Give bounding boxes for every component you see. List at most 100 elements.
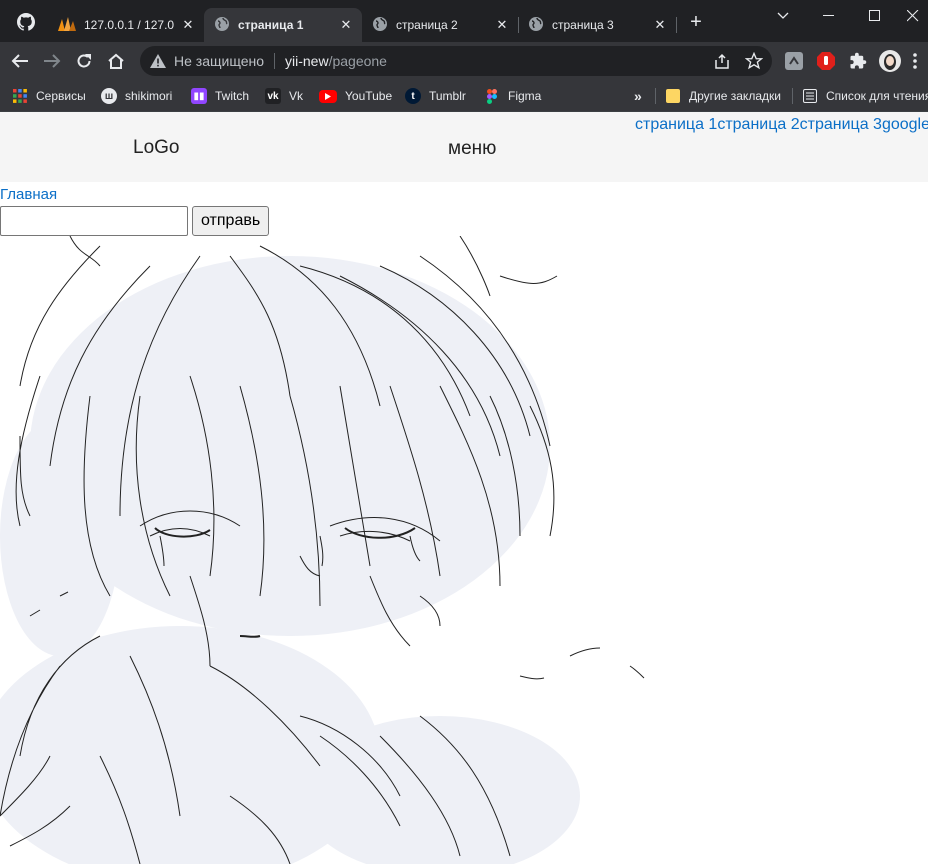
text-input[interactable] (0, 206, 188, 236)
tab-title: страница 3 (552, 18, 614, 32)
vk-icon: vk (265, 88, 281, 104)
arrow-right-icon (44, 54, 61, 68)
address-bar[interactable]: Не защищено yii-new/pageone (140, 46, 772, 76)
folder-icon (665, 88, 681, 104)
home-button[interactable] (102, 47, 130, 75)
breadcrumb-home[interactable]: Главная (0, 186, 57, 203)
bookmark-label: Tumblr (429, 89, 466, 103)
globe-icon (214, 16, 230, 35)
tab-page-2[interactable]: страница 2 ✕ (362, 8, 519, 42)
chevron-down-icon (777, 12, 789, 19)
puzzle-icon (850, 52, 867, 69)
bookmark-other-folder[interactable]: Другие закладки (665, 84, 781, 108)
back-button[interactable] (6, 47, 34, 75)
tab-title: 127.0.0.1 / 127.0.0 (84, 18, 174, 32)
bookmark-vk[interactable]: vk Vk (265, 84, 303, 108)
tab-title: страница 2 (396, 18, 458, 32)
bookmarks-divider (655, 88, 656, 104)
star-icon (745, 52, 763, 70)
bookmark-label: Figma (508, 89, 542, 103)
browser-toolbar: Не защищено yii-new/pageone (0, 42, 928, 80)
apps-grid-icon (12, 88, 28, 104)
site-logo[interactable]: LoGo (133, 137, 179, 159)
page-viewport: LoGo меню страница 1страница 2страница 3… (0, 112, 928, 864)
bookmark-label: shikimori (125, 89, 173, 103)
nav-link-google[interactable]: google (882, 116, 928, 133)
profile-avatar[interactable] (878, 49, 902, 73)
url-host: yii-new (285, 53, 329, 69)
reading-list-icon (802, 88, 818, 104)
bookmarks-bar: Сервисы ш shikimori ▮▮ Twitch vk Vk YouT… (0, 80, 928, 112)
youtube-icon (319, 89, 337, 103)
tab-strip: 127.0.0.1 / 127.0.0 ✕ страница 1 ✕ стран… (0, 0, 928, 42)
bookmark-label: Сервисы (36, 89, 86, 103)
browser-menu-button[interactable] (908, 51, 922, 71)
close-icon[interactable]: ✕ (652, 17, 668, 33)
more-vert-icon (913, 53, 917, 69)
globe-icon (528, 16, 544, 35)
phpmyadmin-icon (58, 16, 76, 34)
url-path: /pageone (328, 53, 387, 69)
address-divider (274, 53, 275, 69)
bookmark-label: Другие закладки (689, 89, 781, 103)
bookmark-label: Vk (289, 89, 304, 103)
tab-phpmyadmin[interactable]: 127.0.0.1 / 127.0.0 ✕ (48, 8, 205, 42)
security-status[interactable]: Не защищено (174, 53, 264, 69)
minimize-button[interactable] (806, 0, 852, 32)
bookmark-twitch[interactable]: ▮▮ Twitch (191, 84, 249, 108)
menu-label[interactable]: меню (448, 138, 496, 160)
tab-title: страница 1 (238, 18, 304, 32)
close-icon[interactable]: ✕ (338, 17, 354, 33)
bookmark-tumblr[interactable]: t Tumblr (405, 84, 466, 108)
extension-app-icon (785, 52, 803, 70)
globe-icon (372, 16, 388, 35)
close-icon (907, 10, 919, 22)
submit-button[interactable]: отправь (192, 206, 270, 236)
bookmark-services[interactable]: Сервисы (12, 84, 86, 108)
minimize-icon (823, 15, 834, 16)
maximize-icon (869, 10, 880, 21)
bookmark-figma[interactable]: Figma (484, 84, 541, 108)
maximize-button[interactable] (852, 0, 898, 32)
reload-button[interactable] (70, 47, 98, 75)
home-icon (108, 53, 124, 69)
nav-link-page-2[interactable]: страница 2 (717, 116, 799, 133)
bookmark-shikimori[interactable]: ш shikimori (101, 84, 172, 108)
tab-page-3[interactable]: страница 3 ✕ (518, 8, 677, 42)
close-window-button[interactable] (898, 0, 928, 32)
nav-link-page-1[interactable]: страница 1 (635, 116, 717, 133)
shikimori-icon: ш (101, 88, 117, 104)
site-header: LoGo меню страница 1страница 2страница 3… (0, 112, 928, 182)
bookmark-label: Twitch (215, 89, 250, 103)
reading-list-button[interactable]: Список для чтения (802, 84, 928, 108)
tab-divider (676, 17, 677, 33)
bookmarks-divider (792, 88, 793, 104)
share-button[interactable] (708, 47, 736, 75)
adblock-button[interactable] (816, 51, 836, 71)
new-tab-button[interactable]: + (684, 11, 708, 35)
bookmark-youtube[interactable]: YouTube (319, 84, 392, 108)
adblock-hand-icon (817, 52, 835, 70)
close-icon[interactable]: ✕ (180, 17, 196, 33)
bookmark-star-button[interactable] (740, 47, 768, 75)
figma-icon (484, 88, 500, 104)
bookmark-label: YouTube (345, 89, 393, 103)
extension-button[interactable] (784, 51, 804, 71)
avatar (879, 50, 901, 72)
close-icon[interactable]: ✕ (494, 17, 510, 33)
tumblr-icon: t (405, 88, 421, 104)
nav-link-page-3[interactable]: страница 3 (800, 116, 882, 133)
extensions-button[interactable] (848, 51, 868, 71)
twitch-icon: ▮▮ (191, 88, 207, 104)
warning-icon[interactable] (150, 53, 166, 69)
tab-search-button[interactable] (760, 0, 806, 32)
arrow-left-icon (11, 54, 28, 68)
tab-page-1[interactable]: страница 1 ✕ (204, 8, 362, 42)
top-nav: страница 1страница 2страница 3google (635, 116, 928, 134)
github-icon[interactable] (10, 8, 42, 36)
sketch-artwork-image (0, 236, 645, 864)
bookmarks-overflow-button[interactable]: » (634, 84, 642, 108)
reload-icon (77, 54, 91, 68)
submit-form: отправь (0, 206, 270, 236)
forward-button[interactable] (38, 47, 66, 75)
